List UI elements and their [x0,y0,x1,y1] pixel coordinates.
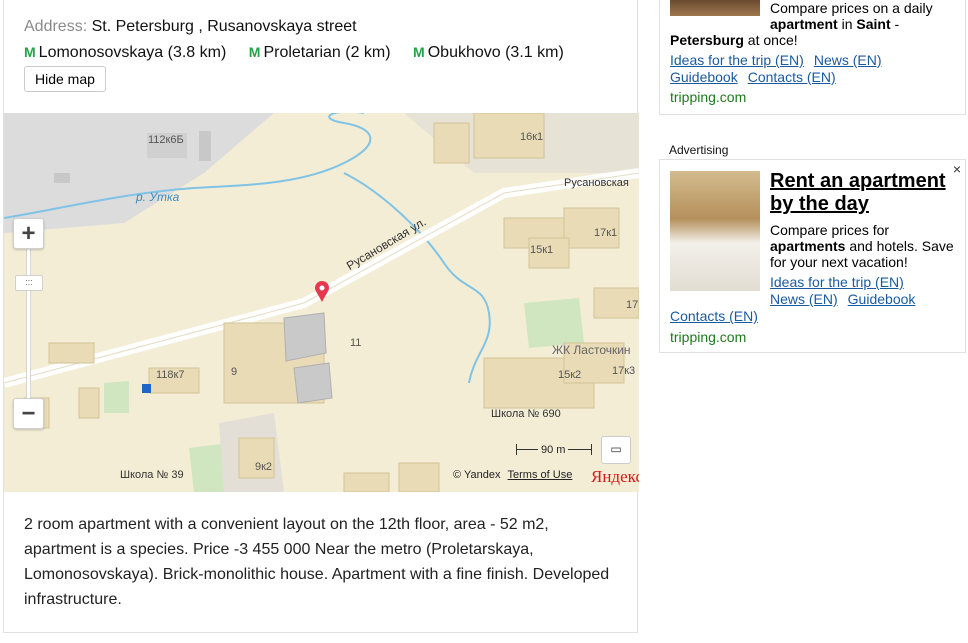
ad-links: Ideas for the trip (EN) News (EN) Guidebo… [770,274,925,308]
map-label: 11 [350,337,362,349]
copyright-text: © Yandex [453,469,501,481]
listing-panel: Address: St. Petersburg , Rusanovskaya s… [3,0,639,633]
ad-domain[interactable]: tripping.com [670,89,746,105]
river-label: р. Утка [136,190,180,204]
metro-station-name: Proletarian (2 km) [263,44,391,61]
ad-text-line: in [837,16,857,32]
map-label: 112к6Б [148,134,184,146]
terms-of-use-link[interactable]: Terms of Use [508,469,573,481]
metro-station: М Obukhovo (3.1 km) [413,44,564,62]
map-label: 17к1 [594,227,618,239]
street-label: Русановская [564,177,629,189]
hide-map-button[interactable]: Hide map [24,66,106,92]
ad-link[interactable]: Contacts (EN) [670,308,758,324]
ad-text-bold: Saint [856,16,891,32]
metro-station: М Lomonosovskaya (3.8 km) [24,44,226,62]
map-attribution: © Yandex Terms of Use [453,469,572,481]
metro-icon: М [248,44,261,60]
map-label: Школа № 690 [491,408,561,420]
ad-text-bold: Petersburg [670,32,744,48]
ad-link[interactable]: News (EN) [814,52,882,68]
map-scale: 90 m [516,444,592,456]
map-label: 15к2 [558,369,582,381]
zoom-out-button[interactable]: − [13,398,44,429]
listing-description: 2 room apartment with a convenient layou… [24,516,610,608]
metro-station-name: Obukhovo (3.1 km) [427,44,564,61]
zoom-control: + ::: − [13,218,44,429]
map-label: 17к3 [612,365,636,377]
map-label: 9 [231,366,238,378]
map-label: Школа № 39 [120,469,184,481]
ad-link[interactable]: Contacts (EN) [748,69,836,85]
scale-label: 90 m [538,444,569,456]
ad-body: Compare prices for apartments and hotels… [770,222,960,270]
location-pin-icon[interactable] [315,281,329,303]
ad-text-line: Compare prices for [770,222,890,238]
address-label: Address: [24,18,88,35]
ad-link[interactable]: News (EN) [770,291,838,307]
ad-text-line: - [890,16,900,32]
metro-icon: М [24,44,36,60]
ad-domain[interactable]: tripping.com [670,329,746,345]
ad-image[interactable] [670,171,760,291]
advertising-label: Advertising [669,143,729,157]
ad-links: Ideas for the trip (EN) News (EN) Guidebo… [670,52,910,86]
zoom-slider-track[interactable] [26,248,31,400]
address-value: St. Petersburg , Rusanovskaya street [91,18,357,35]
ad-text-line: at once! [743,32,798,48]
ad-text: Compare prices on a daily apartment in S… [770,0,960,32]
metro-station: М Proletarian (2 km) [249,44,391,62]
ad-top: Compare prices on a daily apartment in S… [659,0,966,115]
ad-main: × Rent an apartment by the day Compare p… [659,159,966,353]
ad-text: Petersburg at once! [670,32,798,48]
ad-text-bold: apartment [770,16,838,32]
zoom-slider-handle[interactable]: ::: [15,275,43,291]
metro-icon: М [413,44,425,60]
map-label: 17 [626,299,639,311]
ad-link[interactable]: Guidebook [848,291,916,307]
map-label: 16к1 [520,131,544,143]
zoom-in-button[interactable]: + [13,218,44,249]
address-line: Address: St. Petersburg , Rusanovskaya s… [24,18,357,36]
ad-text-line: Compare prices on a daily [770,0,933,16]
ad-link[interactable]: Ideas for the trip (EN) [770,274,904,290]
map-label: 118к7 [156,369,185,381]
map-label: ЖК Ласточкин [552,343,631,357]
ad-link[interactable]: Ideas for the trip (EN) [670,52,804,68]
map-view[interactable]: 112к6Б р. Утка 16к1 Русановская Русановс… [4,113,639,492]
map-label: 9к2 [255,461,273,473]
ad-link[interactable]: Guidebook [670,69,738,85]
ad-title[interactable]: Rent an apartment by the day [770,170,955,216]
ad-text-bold: apartments [770,238,846,254]
metro-station-name: Lomonosovskaya (3.8 km) [38,44,227,61]
ad-image[interactable] [670,0,760,16]
map-label: 15к1 [530,244,554,256]
metro-list: М Lomonosovskaya (3.8 km) М Proletarian (2… [24,44,582,62]
ruler-icon[interactable]: ▭ [601,436,631,464]
yandex-logo[interactable]: Яндекс [591,467,639,487]
